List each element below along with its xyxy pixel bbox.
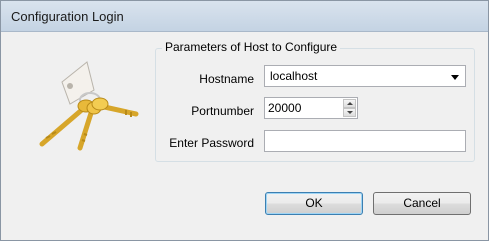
keys-icon [39,61,139,151]
portnumber-spinbox[interactable]: 20000 [264,97,358,119]
portnumber-label: Portnumber [191,104,254,118]
spin-up-button[interactable] [343,99,356,108]
hostname-label: Hostname [199,72,254,86]
title-bar[interactable]: Configuration Login [1,1,488,32]
dropdown-arrow-icon[interactable] [451,75,459,80]
cancel-button[interactable]: Cancel [373,192,471,215]
spin-buttons [343,99,356,117]
ok-button[interactable]: OK [265,192,363,215]
hostname-combobox[interactable]: localhost [264,65,466,87]
arrow-down-icon [347,111,353,114]
hostname-value: localhost [270,69,318,83]
spin-down-button[interactable] [343,108,356,117]
window-title: Configuration Login [11,9,124,24]
password-label: Enter Password [169,136,254,150]
group-title: Parameters of Host to Configure [162,40,341,54]
configuration-login-dialog: Configuration Login Parameters of Host t… [0,0,489,241]
portnumber-value: 20000 [268,101,302,115]
password-input[interactable] [264,130,466,152]
arrow-up-icon [347,102,353,105]
dialog-body: Parameters of Host to Configure Hostname… [2,32,487,239]
